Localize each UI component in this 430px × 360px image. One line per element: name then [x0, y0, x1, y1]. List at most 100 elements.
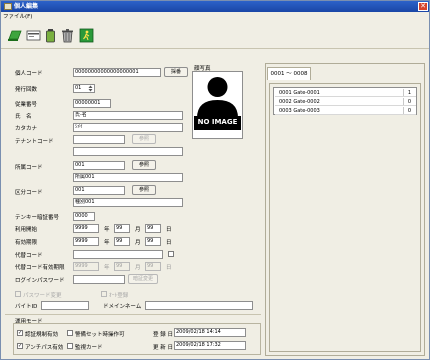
- employee-no-label: 従業番号: [15, 102, 38, 108]
- login-password-label: ログインパスワード: [15, 278, 65, 284]
- domain-name-input[interactable]: [145, 301, 253, 310]
- tenant-code-input[interactable]: [73, 135, 125, 144]
- valid-start-month-unit: 月: [135, 227, 141, 233]
- proxy-code-checkbox[interactable]: [168, 251, 174, 257]
- valid-start-day-input[interactable]: 99: [145, 224, 161, 233]
- list-item[interactable]: 0001 Gate-0001 1: [275, 89, 416, 97]
- gate-list: 0001 Gate-0001 1 0002 Gate-0002 0 0003 G…: [273, 87, 417, 115]
- tab-gates-0001-0008[interactable]: 0001 ～ 0008: [267, 67, 311, 80]
- menu-file[interactable]: ファイル(F): [3, 14, 32, 20]
- close-button[interactable]: ✕: [418, 2, 428, 11]
- auto-register-checkbox[interactable]: [101, 291, 107, 297]
- name-label: 氏 名: [15, 114, 32, 120]
- class-browse-button[interactable]: 参照: [132, 185, 156, 195]
- list-item[interactable]: 0003 Gate-0003 0: [275, 107, 416, 115]
- dept-code-label: 所属コード: [15, 165, 43, 171]
- kana-input[interactable]: ｼﾒｲ: [73, 123, 183, 132]
- personal-code-label: 個人コード: [15, 71, 43, 77]
- valid-end-month-unit: 月: [135, 240, 141, 246]
- guard-checkbox[interactable]: [67, 330, 73, 336]
- class-code-label: 区分コード: [15, 190, 43, 196]
- valid-start-year-input[interactable]: 9999: [73, 224, 99, 233]
- gate-tab-content: [269, 83, 421, 352]
- valid-end-day-unit: 日: [166, 240, 172, 246]
- gate-value[interactable]: 0: [403, 107, 415, 114]
- byte-id-label: バイトID: [15, 304, 38, 310]
- dept-name-display: 所属001: [73, 173, 183, 182]
- tenant-browse-button[interactable]: 参照: [132, 134, 156, 144]
- registered-date-display: 2009/02/18 14:14: [174, 328, 246, 337]
- valid-end-label: 有効期限: [15, 240, 38, 246]
- menu-bar: ファイル(F): [1, 12, 429, 22]
- valid-start-year-unit: 年: [104, 227, 110, 233]
- photo-frame[interactable]: NO IMAGE: [192, 71, 243, 139]
- valid-start-month-input[interactable]: 99: [114, 224, 130, 233]
- proxy-expiry-month-unit: 月: [135, 265, 141, 271]
- gate-label: 0002 Gate-0002: [279, 99, 320, 105]
- proxy-expiry-label: 代替コード有効期限: [15, 265, 65, 271]
- byte-id-input[interactable]: [41, 301, 89, 310]
- dept-code-input[interactable]: 001: [73, 161, 125, 170]
- separator: [5, 314, 261, 315]
- registered-date-label: 登 録 日: [153, 332, 173, 338]
- passback-label: 認証規制有効: [25, 332, 59, 338]
- app-icon: [4, 3, 12, 10]
- window-title: 個人編集: [14, 3, 39, 10]
- proxy-expiry-day-unit: 日: [166, 265, 172, 271]
- exit-door-icon[interactable]: [79, 28, 94, 43]
- proxy-code-input[interactable]: [73, 250, 163, 259]
- gate-value[interactable]: 1: [403, 89, 415, 96]
- monitor-card-label: 監視カード: [75, 345, 103, 351]
- valid-start-label: 利用開始: [15, 227, 38, 233]
- trash-icon[interactable]: [60, 28, 75, 43]
- updated-date-display: 2009/02/18 17:32: [174, 341, 246, 350]
- valid-end-month-input[interactable]: 99: [114, 237, 130, 246]
- antipass-checkbox[interactable]: ✓: [17, 343, 23, 349]
- window: 個人編集 ✕ ファイル(F) 個人コード 0000000000000000000…: [0, 0, 430, 360]
- class-name-display: 種別001: [73, 198, 183, 207]
- title-bar: 個人編集 ✕: [1, 1, 429, 12]
- gate-value[interactable]: 0: [403, 98, 415, 105]
- password-change-checkbox[interactable]: [15, 291, 21, 297]
- valid-start-day-unit: 日: [166, 227, 172, 233]
- no-image-text: NO IMAGE: [197, 118, 238, 126]
- tenkey-pin-label: テンキー暗証番号: [15, 215, 60, 221]
- class-code-input[interactable]: 001: [73, 186, 125, 195]
- issue-count-label: 発行回数: [15, 87, 38, 93]
- password-change-label: パスワード変更: [23, 293, 62, 299]
- toolbar: [1, 23, 429, 49]
- proxy-expiry-year-input[interactable]: 9999: [73, 262, 99, 271]
- save-green-icon[interactable]: [7, 28, 22, 43]
- passback-checkbox[interactable]: ✓: [17, 330, 23, 336]
- valid-end-day-input[interactable]: 99: [145, 237, 161, 246]
- tenkey-pin-input[interactable]: 0000: [73, 212, 95, 221]
- tenant-code-label: テナントコード: [15, 139, 54, 145]
- updated-date-label: 更 新 日: [153, 345, 173, 351]
- proxy-code-label: 代替コード: [15, 253, 43, 259]
- gate-label: 0003 Gate-0003: [279, 108, 320, 114]
- generate-code-button[interactable]: 採番: [164, 67, 188, 77]
- domain-name-label: ドメインネーム: [103, 304, 142, 310]
- antipass-label: アンチパス有効: [25, 345, 64, 351]
- proxy-expiry-year-unit: 年: [104, 265, 110, 271]
- person-silhouette-icon: [194, 77, 241, 130]
- valid-end-year-unit: 年: [104, 240, 110, 246]
- proxy-expiry-day-input[interactable]: 99: [145, 262, 161, 271]
- proxy-expiry-month-input[interactable]: 99: [114, 262, 130, 271]
- kana-label: カタカナ: [15, 126, 38, 132]
- gate-label: 0001 Gate-0001: [279, 90, 320, 96]
- valid-end-year-input[interactable]: 9999: [73, 237, 99, 246]
- name-input[interactable]: 氏-名: [73, 111, 183, 120]
- monitor-card-checkbox[interactable]: [67, 343, 73, 349]
- spin-icon[interactable]: [88, 85, 93, 92]
- card-icon[interactable]: [26, 28, 41, 43]
- change-password-button[interactable]: 暗証変更: [128, 274, 158, 284]
- dept-browse-button[interactable]: 参照: [132, 160, 156, 170]
- battery-icon[interactable]: [43, 28, 58, 43]
- personal-code-input[interactable]: 00000000000000000001: [73, 68, 161, 77]
- employee-no-input[interactable]: 00000001: [73, 99, 111, 108]
- guard-label: 警備セット時操作可: [75, 332, 125, 338]
- tenant-name-display: [73, 147, 183, 156]
- login-password-input[interactable]: [73, 275, 125, 284]
- list-item[interactable]: 0002 Gate-0002 0: [275, 98, 416, 106]
